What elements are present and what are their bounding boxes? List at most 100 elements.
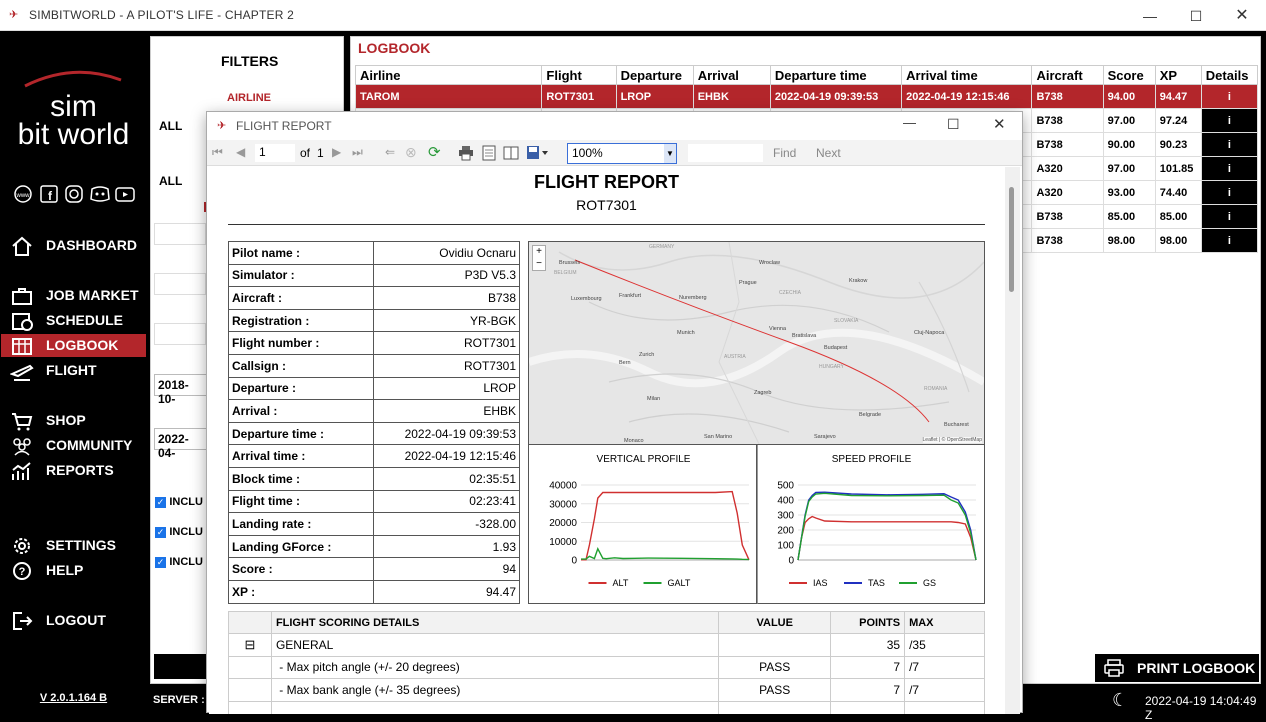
speed-profile-chart-box: SPEED PROFILE 0 100 200 300 400 500 IAS TAS GS (757, 445, 985, 604)
include-checkbox-3[interactable]: ✓ INCLU (155, 554, 203, 568)
export-icon[interactable] (526, 145, 548, 161)
col-xp[interactable]: XP (1154, 65, 1202, 85)
nav-help[interactable]: ? HELP (1, 559, 146, 582)
date-from-field[interactable]: 2018-10- (154, 374, 208, 406)
refresh-icon[interactable]: ⟳ (428, 143, 441, 161)
cell-score: 94.00 (1102, 84, 1156, 109)
series-line-ias (797, 515, 977, 561)
aircraft-filter-value[interactable]: ALL (159, 174, 182, 188)
info-value: 02:23:41 (373, 489, 520, 514)
cell-xp: 90.23 (1154, 132, 1202, 157)
col-departure[interactable]: Departure (615, 65, 694, 85)
info-key: Aircraft : (228, 286, 374, 310)
include-checkbox-1[interactable]: ✓ INCLU (155, 494, 203, 508)
next-button[interactable]: Next (816, 146, 841, 160)
details-button[interactable]: i (1200, 180, 1259, 205)
include-checkbox-2[interactable]: ✓ INCLU (155, 524, 203, 538)
prev-page-icon[interactable]: ◀ (236, 145, 245, 159)
map-zoom-controls: + − (532, 245, 546, 271)
details-button[interactable]: i (1200, 84, 1259, 109)
map-zoom-out-button[interactable]: − (533, 258, 545, 270)
print-logbook-button[interactable]: PRINT LOGBOOK (1095, 654, 1259, 682)
nav-logbook[interactable]: LOGBOOK (1, 334, 146, 357)
collapse-toggle[interactable]: ⊟ (228, 633, 272, 657)
filter-input[interactable] (154, 323, 206, 345)
report-scrollbar[interactable] (1005, 167, 1020, 714)
find-input[interactable] (688, 144, 763, 162)
nav-flight[interactable]: FLIGHT (1, 359, 146, 382)
series-line-alt (581, 490, 750, 561)
discord-icon[interactable] (89, 184, 111, 204)
moon-icon[interactable]: ☾ (1112, 690, 1128, 711)
next-page-icon[interactable]: ▶ (332, 145, 341, 159)
www-icon[interactable]: www (13, 184, 33, 204)
details-button[interactable]: i (1200, 228, 1259, 253)
col-airline[interactable]: Airline (354, 65, 543, 85)
report-title: FLIGHT REPORT (534, 172, 679, 192)
nav-community[interactable]: COMMUNITY (1, 434, 146, 457)
nav-settings[interactable]: SETTINGS (1, 534, 146, 557)
maximize-icon[interactable]: ☐ (1186, 6, 1206, 26)
y-tick-label: 400 (777, 496, 794, 507)
info-value: 2022-04-19 12:15:46 (373, 444, 520, 468)
nav-schedule[interactable]: SCHEDULE (1, 309, 146, 332)
dialog-minimize-icon[interactable]: — (903, 115, 916, 130)
report-page: FLIGHT REPORT ROT7301 Pilot name : Ovidiu… (209, 167, 1020, 714)
route-map[interactable]: GERMANY Brussels BELGIUM Luxembourg Frankfur… (528, 241, 985, 445)
dialog-maximize-icon[interactable]: ☐ (947, 116, 960, 133)
youtube-icon[interactable] (114, 184, 136, 204)
version-link[interactable]: V 2.0.1.164 B (1, 692, 146, 704)
logbook-icon (12, 338, 32, 355)
zoom-select[interactable]: 100% ▼ (567, 143, 677, 164)
facebook-icon[interactable]: f (39, 184, 59, 204)
info-row: Pilot name : Ovidiu Ocnaru (228, 241, 520, 265)
nav-reports[interactable]: REPORTS (1, 459, 146, 482)
minimize-icon[interactable]: — (1140, 6, 1160, 26)
print-layout-icon[interactable] (481, 145, 497, 161)
find-button[interactable]: Find (773, 146, 796, 160)
back-icon[interactable]: ⇐ (385, 145, 395, 159)
page-number-input[interactable]: 1 (255, 144, 295, 162)
date-to-field[interactable]: 2022-04- (154, 428, 208, 460)
details-button[interactable]: i (1200, 132, 1259, 157)
map-attribution[interactable]: Leaflet | © OpenStreetMap (922, 437, 982, 443)
map-label: Krakow (849, 278, 867, 284)
first-page-icon[interactable]: ⏮ (212, 145, 223, 160)
home-icon (12, 236, 32, 256)
col-arrival[interactable]: Arrival (692, 65, 771, 85)
table-row[interactable]: TAROM ROT7301 LROP EHBK 2022-04-19 09:39… (354, 84, 1259, 109)
airline-filter-value[interactable]: ALL (159, 119, 182, 133)
stop-icon[interactable]: ⊗ (405, 144, 417, 161)
cell-aircraft: B738 (1031, 108, 1104, 133)
instagram-icon[interactable] (64, 184, 84, 204)
page-setup-icon[interactable] (503, 145, 519, 161)
close-icon[interactable]: ✕ (1232, 6, 1252, 26)
col-arrival-time[interactable]: Arrival time (901, 65, 1033, 85)
nav-dashboard[interactable]: DASHBOARD (1, 234, 146, 257)
apply-filter-button[interactable] (154, 654, 210, 679)
map-canvas: GERMANY Brussels BELGIUM Luxembourg Frankfur… (529, 242, 984, 444)
details-button[interactable]: i (1200, 108, 1259, 133)
info-value: Ovidiu Ocnaru (373, 241, 520, 265)
nav-job-market[interactable]: JOB MARKET (1, 284, 146, 307)
col-aircraft[interactable]: Aircraft (1031, 65, 1104, 85)
scoring-row: - Max bank angle (+/- 35 degrees) PASS 7… (228, 678, 985, 702)
info-value: P3D V5.3 (373, 263, 520, 288)
y-tick-label: 500 (777, 481, 794, 492)
details-button[interactable]: i (1200, 156, 1259, 181)
dialog-close-icon[interactable]: ✕ (993, 115, 1006, 133)
nav-label: SHOP (46, 412, 86, 428)
scrollbar-thumb[interactable] (1009, 187, 1014, 292)
filter-input[interactable] (154, 223, 206, 245)
last-page-icon[interactable]: ⏭ (352, 145, 363, 160)
nav-shop[interactable]: SHOP (1, 409, 146, 432)
filter-input[interactable] (154, 273, 206, 295)
chevron-down-icon[interactable]: ▼ (664, 144, 676, 163)
col-score[interactable]: Score (1102, 65, 1156, 85)
col-departure-time[interactable]: Departure time (769, 65, 903, 85)
map-zoom-in-button[interactable]: + (533, 246, 545, 258)
col-flight[interactable]: Flight (541, 65, 617, 85)
details-button[interactable]: i (1200, 204, 1259, 229)
nav-logout[interactable]: LOGOUT (1, 609, 146, 632)
print-icon[interactable] (458, 145, 474, 161)
